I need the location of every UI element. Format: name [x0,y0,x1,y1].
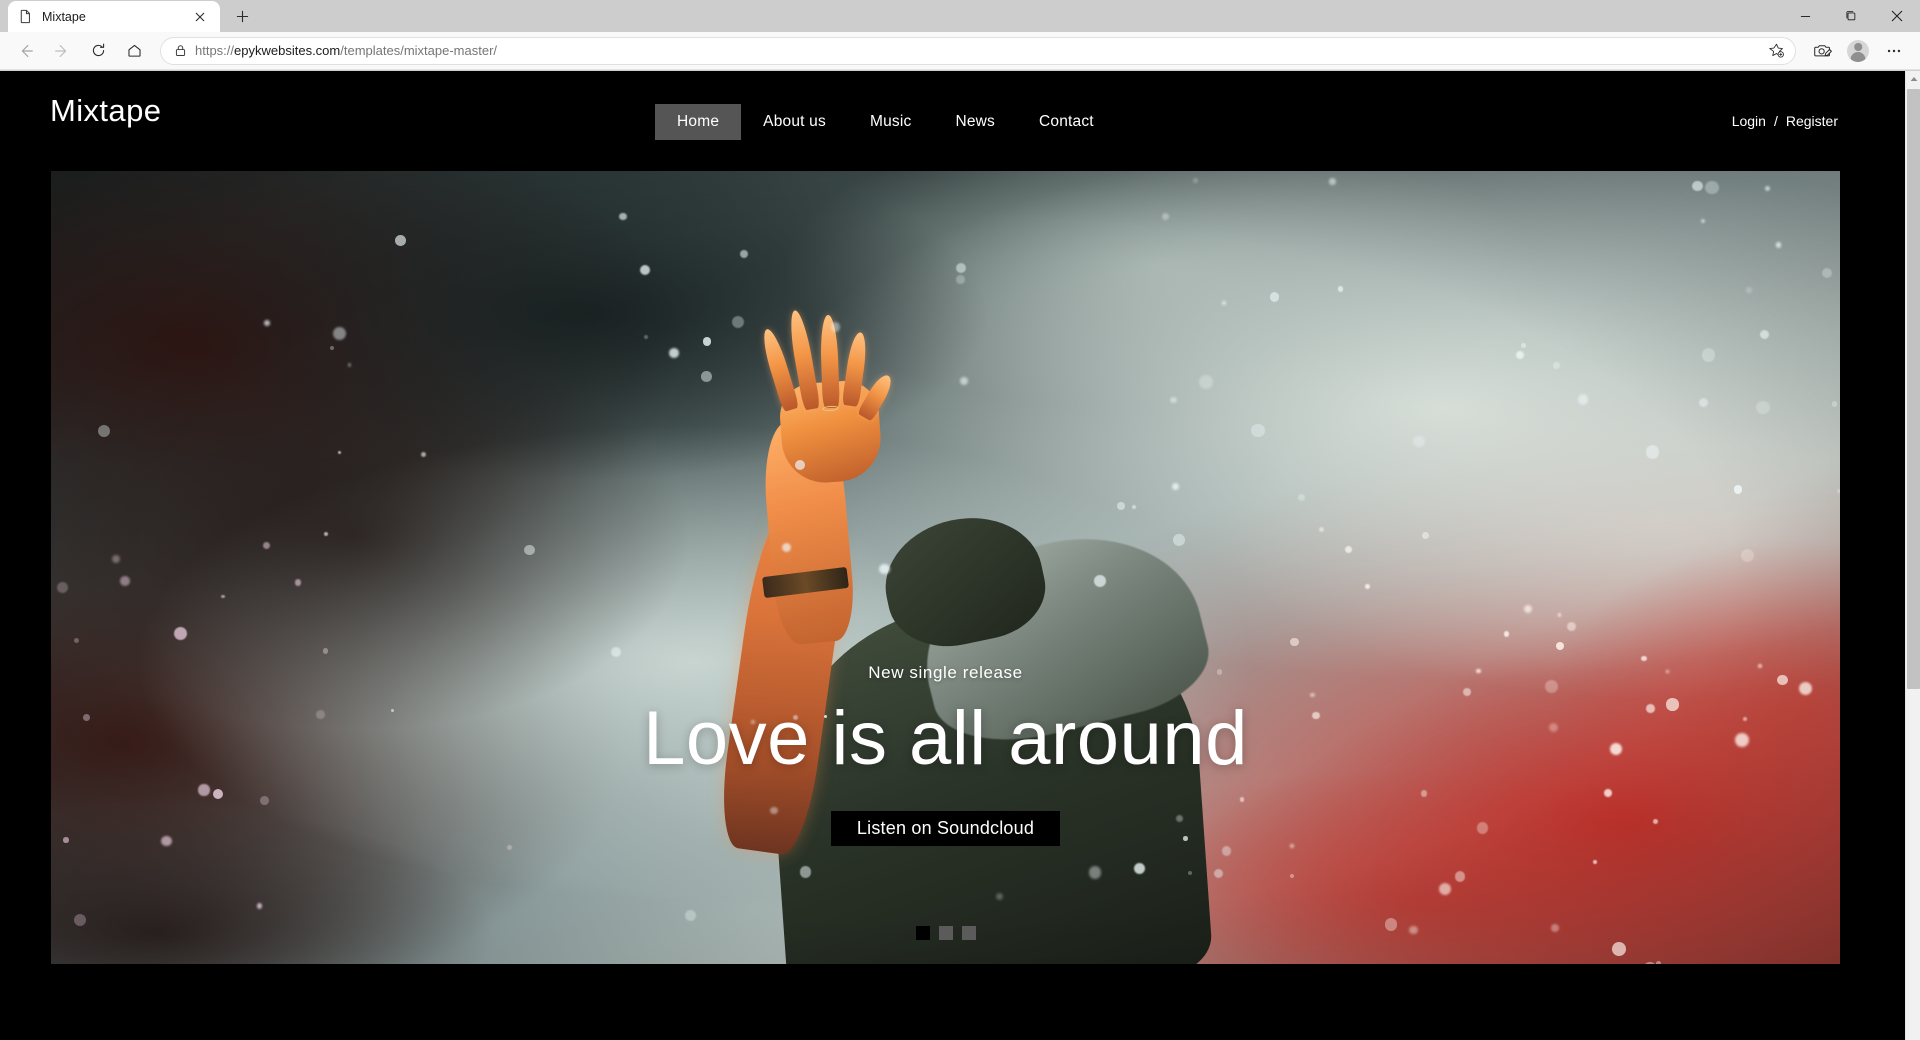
slider-dot-3[interactable] [961,926,976,940]
nav-item-contact[interactable]: Contact [1017,104,1116,140]
maximize-icon[interactable] [1828,0,1874,32]
browser-tab[interactable]: Mixtape [8,1,220,32]
register-link[interactable]: Register [1786,113,1838,129]
window-close-icon[interactable] [1874,0,1920,32]
hero-eyebrow: New single release [868,662,1023,682]
forward-arrow-icon[interactable] [46,35,78,67]
nav-item-news[interactable]: News [933,104,1017,140]
page-scrollbar[interactable] [1905,71,1920,1040]
browser-titlebar: Mixtape [0,0,1920,32]
tab-title: Mixtape [42,9,86,24]
minimize-icon[interactable] [1782,0,1828,32]
browser-toolbar: https://epykwebsites.com/templates/mixta… [0,32,1920,70]
page-viewport: Mixtape Home About us Music News Contact… [0,71,1920,1040]
nav-item-music[interactable]: Music [848,104,933,140]
address-bar-url: https://epykwebsites.com/templates/mixta… [195,43,497,58]
close-icon[interactable] [190,7,210,27]
listen-on-soundcloud-button[interactable]: Listen on Soundcloud [830,810,1061,846]
lock-icon [171,42,189,60]
hero-headline: Love is all around [643,695,1248,781]
add-favorite-star-icon[interactable] [1768,42,1785,59]
site-header: Mixtape Home About us Music News Contact… [0,71,1890,171]
profile-avatar-icon[interactable] [1842,35,1874,67]
slider-dot-2[interactable] [938,926,953,940]
nav-item-home[interactable]: Home [655,104,742,140]
back-arrow-icon[interactable] [10,35,42,67]
more-ellipsis-icon[interactable] [1878,35,1910,67]
browser-window: Mixtape https://epykwebsites.com/templat… [0,0,1920,1040]
page-icon [18,9,33,24]
slider-dot-1[interactable] [915,926,930,940]
auth-separator: / [1773,113,1778,129]
nav-item-about-us[interactable]: About us [741,104,848,140]
auth-links: Login / Register [1732,113,1838,129]
home-icon[interactable] [118,35,150,67]
toolbar-right-actions [1804,35,1912,67]
slider-pagination [915,926,976,940]
avatar [1847,39,1869,62]
url-scheme: https:// [195,43,235,58]
reload-icon[interactable] [82,35,114,67]
plus-icon[interactable] [226,0,258,32]
collections-icon[interactable] [1806,35,1838,67]
main-navigation: Home About us Music News Contact [655,104,1116,140]
tab-strip: Mixtape [0,0,258,32]
scrollbar-thumb[interactable] [1907,89,1920,689]
hero-content: New single release Love is all around Li… [51,171,1840,964]
login-link[interactable]: Login [1732,113,1766,129]
url-domain: epykwebsites.com [234,43,341,58]
site-logo[interactable]: Mixtape [50,93,161,129]
scroll-up-arrow-icon[interactable] [1906,71,1920,87]
address-bar[interactable]: https://epykwebsites.com/templates/mixta… [160,36,1796,65]
window-controls [1782,0,1920,32]
hero-slider: New single release Love is all around Li… [51,171,1840,964]
url-path: /templates/mixtape-master/ [340,43,498,58]
